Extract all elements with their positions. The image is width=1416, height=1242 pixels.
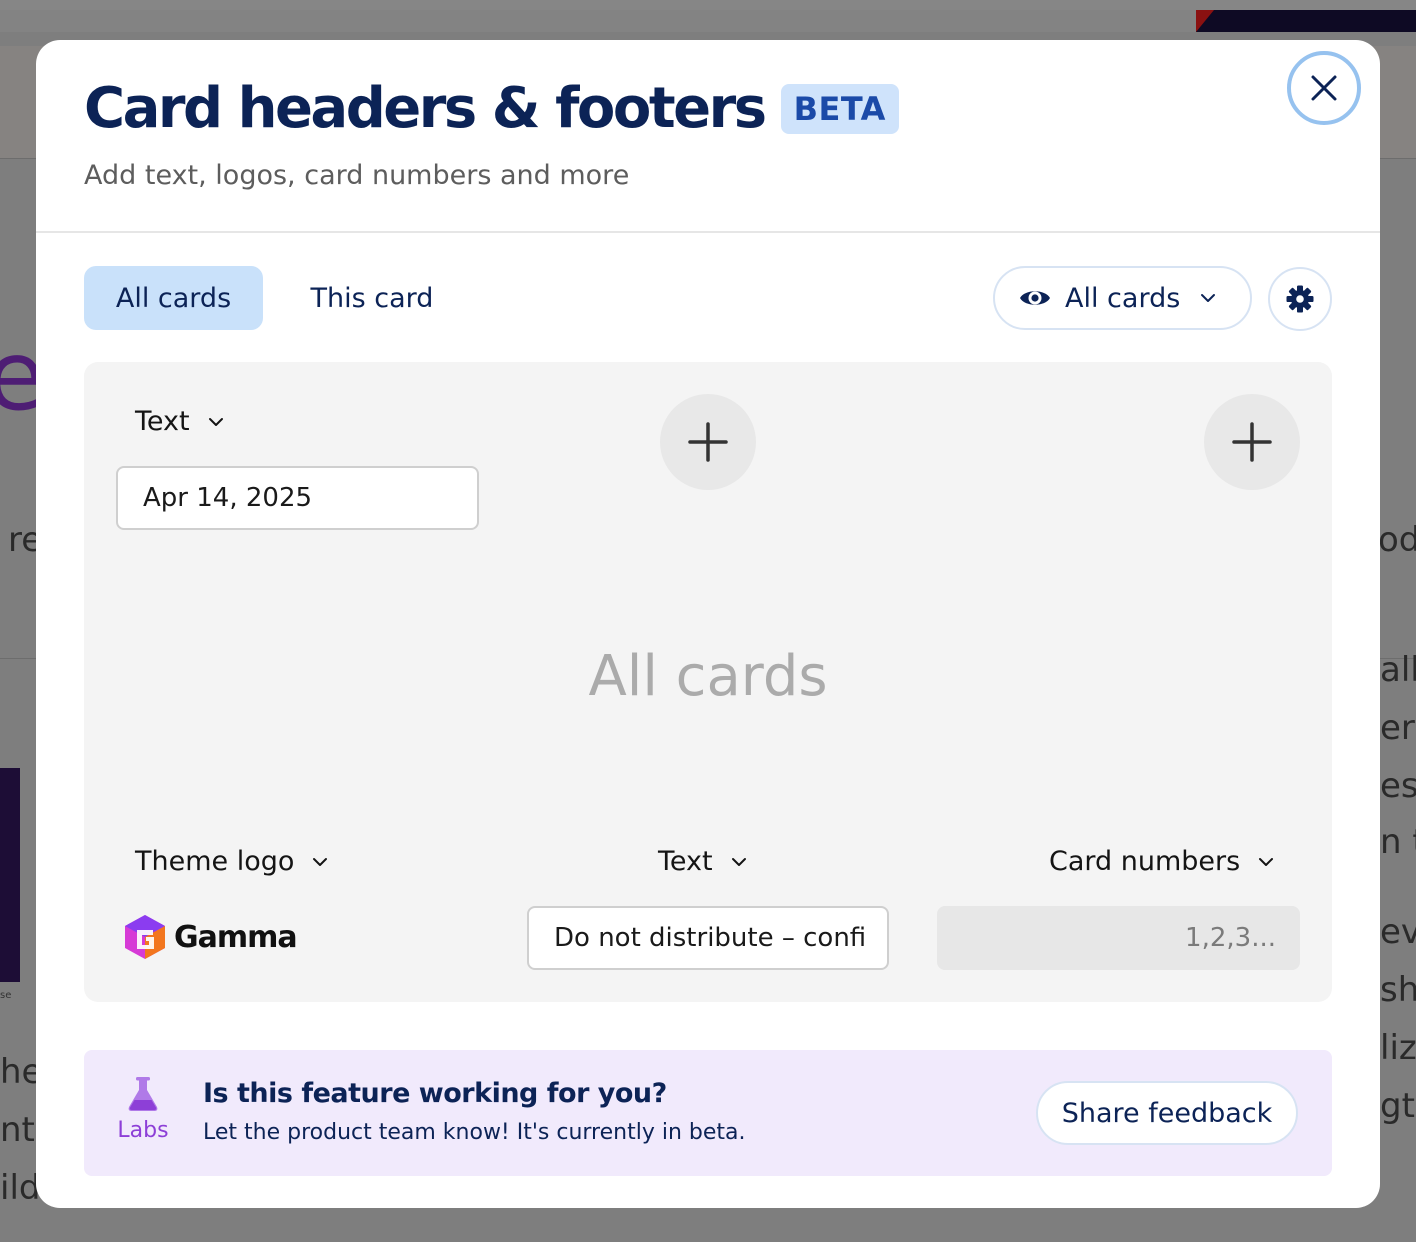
close-button[interactable]	[1287, 51, 1361, 125]
tab-this-card[interactable]: This card	[291, 266, 453, 330]
plus-icon	[688, 422, 728, 462]
eye-icon	[1020, 291, 1050, 305]
header-left-type-dropdown[interactable]: Text	[135, 406, 224, 437]
close-icon	[1311, 75, 1337, 101]
beta-badge: BETA	[780, 84, 899, 134]
flask-icon	[128, 1077, 158, 1111]
background-accent-red	[1196, 10, 1214, 32]
header-left-type-label: Text	[135, 406, 190, 437]
background-text-fragment: lize	[1380, 1028, 1416, 1068]
background-text-fragment: n t	[1380, 822, 1416, 862]
gear-icon	[1286, 285, 1314, 313]
card-numbers-field: 1,2,3...	[937, 906, 1300, 970]
footer-center-type-label: Text	[658, 846, 713, 877]
view-select-value: All cards	[1065, 282, 1181, 314]
footer-right-type-dropdown[interactable]: Card numbers	[1049, 846, 1274, 877]
background-text-fragment: gth	[1380, 1086, 1416, 1126]
modal-header: Card headers & footers BETA Add text, lo…	[36, 40, 1380, 233]
view-select-dropdown[interactable]: All cards	[993, 266, 1252, 330]
title-row: Card headers & footers BETA	[84, 78, 899, 140]
chevron-down-icon	[731, 857, 747, 867]
background-topbar	[0, 0, 1416, 10]
header-center-add-button[interactable]	[660, 394, 756, 490]
modal-subtitle: Add text, logos, card numbers and more	[84, 160, 630, 191]
chevron-down-icon	[312, 857, 328, 867]
labs-badge: Labs	[114, 1076, 172, 1143]
card-headers-footers-modal: Card headers & footers BETA Add text, lo…	[36, 40, 1380, 1208]
feedback-title: Is this feature working for you?	[203, 1078, 667, 1109]
footer-right-type-label: Card numbers	[1049, 846, 1241, 877]
chevron-down-icon	[1258, 857, 1274, 867]
chevron-down-icon	[1200, 293, 1216, 303]
feedback-banner: Labs Is this feature working for you? Le…	[84, 1050, 1332, 1176]
header-right-add-button[interactable]	[1204, 394, 1300, 490]
footer-center-type-dropdown[interactable]: Text	[658, 846, 747, 877]
footer-left-type-dropdown[interactable]: Theme logo	[135, 846, 328, 877]
background-text-fragment: eve	[1380, 912, 1416, 952]
background-tiny-text: se	[0, 990, 12, 1001]
settings-button[interactable]	[1268, 267, 1332, 331]
chevron-down-icon	[208, 417, 224, 427]
feedback-description: Let the product team know! It's currentl…	[203, 1120, 746, 1145]
background-text-fragment: all	[1380, 650, 1416, 690]
footer-left-type-label: Theme logo	[135, 846, 295, 877]
plus-icon	[1232, 422, 1272, 462]
tab-all-cards[interactable]: All cards	[84, 266, 263, 330]
background-card-thumbnail	[0, 768, 20, 982]
modal-title: Card headers & footers	[84, 76, 767, 141]
footer-center-text-input[interactable]: Do not distribute – confi	[527, 906, 889, 970]
background-text-fragment: er e	[1380, 708, 1416, 748]
share-feedback-button[interactable]: Share feedback	[1036, 1081, 1298, 1145]
preview-center-label: All cards	[588, 644, 828, 709]
background-accent	[1196, 10, 1416, 32]
theme-logo-text: Gamma	[174, 919, 298, 955]
background-text-fragment: od	[1378, 520, 1416, 560]
background-text-fragment: es v	[1380, 766, 1416, 806]
gamma-logo-icon	[125, 915, 165, 959]
theme-logo: Gamma	[124, 914, 298, 960]
background-text-fragment: ild	[0, 1168, 41, 1208]
header-left-text-input[interactable]: Apr 14, 2025	[116, 466, 479, 530]
background-text-fragment: ship	[1380, 970, 1416, 1010]
labs-label: Labs	[117, 1118, 169, 1143]
card-preview: Text Apr 14, 2025 All cards Theme logo G…	[84, 362, 1332, 1002]
